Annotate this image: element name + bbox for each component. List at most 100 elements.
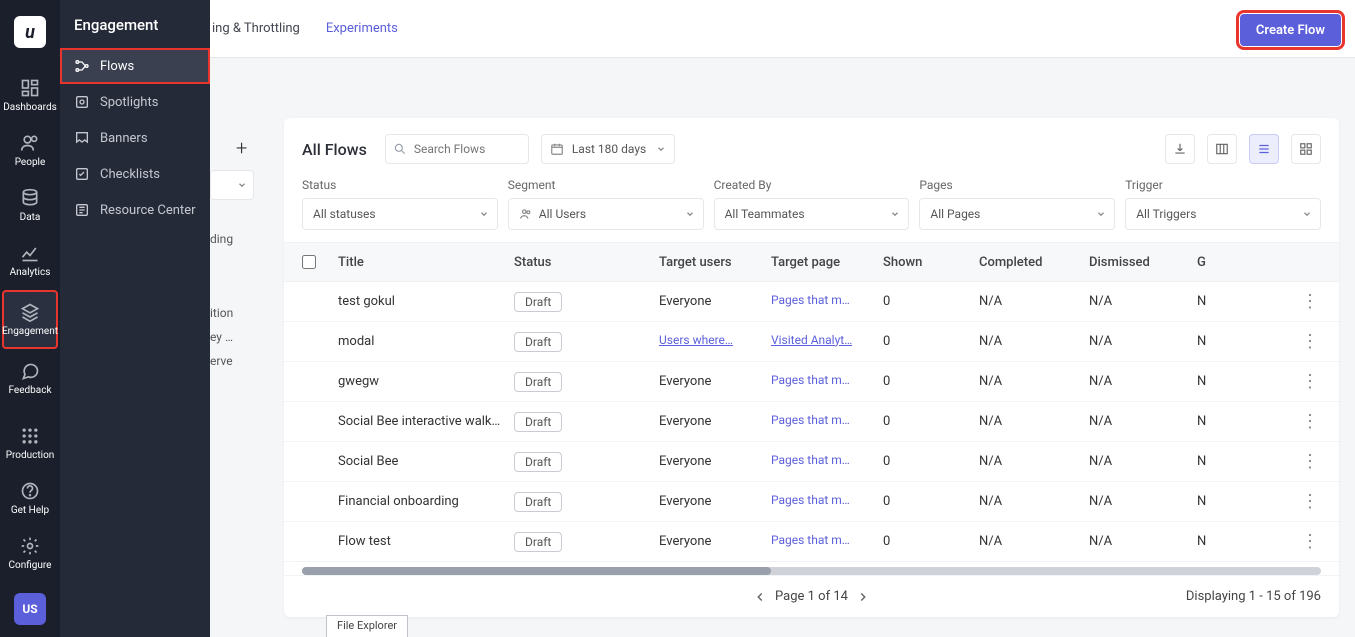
row-shown: 0 xyxy=(883,294,979,309)
table-row[interactable]: Social Bee interactive walkt…DraftEveryo… xyxy=(284,402,1339,442)
sub-item-banners[interactable]: Banners xyxy=(60,120,210,156)
row-completed: N/A xyxy=(979,454,1089,469)
row-page-link[interactable]: Pages that m… xyxy=(771,413,850,427)
row-completed: N/A xyxy=(979,414,1089,429)
chevron-down-icon xyxy=(1096,209,1106,219)
filter-created-by[interactable]: All Teammates xyxy=(714,198,910,230)
table-row[interactable]: test gokulDraftEveryonePages that m…0N/A… xyxy=(284,282,1339,322)
row-extra: N xyxy=(1197,334,1227,349)
filter-trigger[interactable]: All Triggers xyxy=(1125,198,1321,230)
col-target[interactable]: Target users xyxy=(659,255,771,270)
nav-people[interactable]: People xyxy=(0,123,60,178)
horizontal-scrollbar[interactable] xyxy=(302,567,1321,575)
columns-button[interactable] xyxy=(1207,134,1237,164)
filter-status[interactable]: All statuses xyxy=(302,198,498,230)
row-title: Social Bee interactive walkt… xyxy=(338,414,514,429)
next-page-button[interactable] xyxy=(856,590,870,604)
sub-item-spotlights[interactable]: Spotlights xyxy=(60,84,210,120)
logo[interactable]: u xyxy=(14,16,46,48)
stub-text: erve xyxy=(210,354,233,368)
sub-item-checklists[interactable]: Checklists xyxy=(60,156,210,192)
row-page-link[interactable]: Pages that m… xyxy=(771,533,850,547)
add-button[interactable]: + xyxy=(236,136,247,160)
row-shown: 0 xyxy=(883,374,979,389)
sub-label: Flows xyxy=(100,59,134,74)
tab-throttle[interactable]: ing & Throttling xyxy=(212,21,300,36)
chevron-down-icon xyxy=(1302,209,1312,219)
nav-feedback[interactable]: Feedback xyxy=(0,351,60,406)
row-menu-button[interactable]: ⋮ xyxy=(1301,293,1319,311)
sub-item-flows[interactable]: Flows xyxy=(60,48,210,84)
row-page-link[interactable]: Pages that m… xyxy=(771,293,850,307)
row-title: modal xyxy=(338,334,514,349)
col-shown[interactable]: Shown xyxy=(883,255,979,270)
search-icon xyxy=(393,142,407,156)
sub-sidebar: Engagement Flows Spotlights Banners Chec… xyxy=(60,0,210,637)
col-completed[interactable]: Completed xyxy=(979,255,1089,270)
row-target: Everyone xyxy=(659,374,711,389)
flows-panel: All Flows Last 180 days Status All statu xyxy=(284,118,1339,617)
select-all-checkbox[interactable] xyxy=(302,255,316,269)
filter-segment[interactable]: All Users xyxy=(508,198,704,230)
nav-gethelp[interactable]: Get Help xyxy=(0,471,60,526)
col-title[interactable]: Title xyxy=(338,255,514,270)
row-target-link[interactable]: Users where… xyxy=(659,333,733,347)
nav-engagement[interactable]: Engagement xyxy=(2,290,58,349)
flow-icon xyxy=(74,58,90,74)
nav-label: Engagement xyxy=(2,326,58,337)
row-completed: N/A xyxy=(979,334,1089,349)
data-icon xyxy=(20,188,40,208)
avatar[interactable]: US xyxy=(14,593,46,625)
top-bar: ing & Throttling Experiments Create Flow xyxy=(60,0,1355,58)
banner-icon xyxy=(74,130,90,146)
create-flow-button[interactable]: Create Flow xyxy=(1240,14,1341,46)
col-page[interactable]: Target page xyxy=(771,255,883,270)
row-menu-button[interactable]: ⋮ xyxy=(1301,373,1319,391)
filter-pages[interactable]: All Pages xyxy=(919,198,1115,230)
table-row[interactable]: Financial onboardingDraftEveryonePages t… xyxy=(284,482,1339,522)
col-status[interactable]: Status xyxy=(514,255,659,270)
row-menu-button[interactable]: ⋮ xyxy=(1301,333,1319,351)
row-page-link[interactable]: Pages that m… xyxy=(771,493,850,507)
table-row[interactable]: modalDraftUsers where…Visited Analyt…0N/… xyxy=(284,322,1339,362)
download-button[interactable] xyxy=(1165,134,1195,164)
grid-view-button[interactable] xyxy=(1291,134,1321,164)
sub-item-resource[interactable]: Resource Center xyxy=(60,192,210,228)
row-shown: 0 xyxy=(883,534,979,549)
download-icon xyxy=(1173,142,1187,156)
nav-dashboards[interactable]: Dashboards xyxy=(0,68,60,123)
tab-experiments[interactable]: Experiments xyxy=(326,21,398,36)
table-row[interactable]: Flow testDraftEveryonePages that m…0N/AN… xyxy=(284,522,1339,562)
row-menu-button[interactable]: ⋮ xyxy=(1301,413,1319,431)
row-menu-button[interactable]: ⋮ xyxy=(1301,533,1319,551)
row-shown: 0 xyxy=(883,494,979,509)
table-row[interactable]: gwegwDraftEveryonePages that m…0N/AN/AN⋮ xyxy=(284,362,1339,402)
date-range-select[interactable]: Last 180 days xyxy=(541,134,675,164)
nav-data[interactable]: Data xyxy=(0,178,60,233)
dashboard-icon xyxy=(20,78,40,98)
row-menu-button[interactable]: ⋮ xyxy=(1301,453,1319,471)
col-extra[interactable]: G xyxy=(1197,255,1227,270)
row-menu-button[interactable]: ⋮ xyxy=(1301,493,1319,511)
gear-icon xyxy=(20,536,40,556)
nav-label: Production xyxy=(6,450,55,461)
row-dismissed: N/A xyxy=(1089,494,1197,509)
row-page-link[interactable]: Pages that m… xyxy=(771,373,850,387)
nav-analytics[interactable]: Analytics xyxy=(0,233,60,288)
people-icon xyxy=(20,133,40,153)
prev-page-button[interactable] xyxy=(753,590,767,604)
status-badge: Draft xyxy=(514,452,562,472)
stub-select[interactable] xyxy=(210,170,254,200)
row-page-link[interactable]: Pages that m… xyxy=(771,453,850,467)
nav-production[interactable]: Production xyxy=(0,416,60,471)
table-row[interactable]: Social BeeDraftEveryonePages that m…0N/A… xyxy=(284,442,1339,482)
row-page-link[interactable]: Visited Analyt… xyxy=(771,333,852,347)
status-badge: Draft xyxy=(514,332,562,352)
row-dismissed: N/A xyxy=(1089,534,1197,549)
col-dismissed[interactable]: Dismissed xyxy=(1089,255,1197,270)
list-view-button[interactable] xyxy=(1249,134,1279,164)
nav-configure[interactable]: Configure xyxy=(0,526,60,581)
row-extra: N xyxy=(1197,454,1227,469)
file-explorer-tab[interactable]: File Explorer xyxy=(326,615,408,637)
grid-icon xyxy=(1299,142,1313,156)
